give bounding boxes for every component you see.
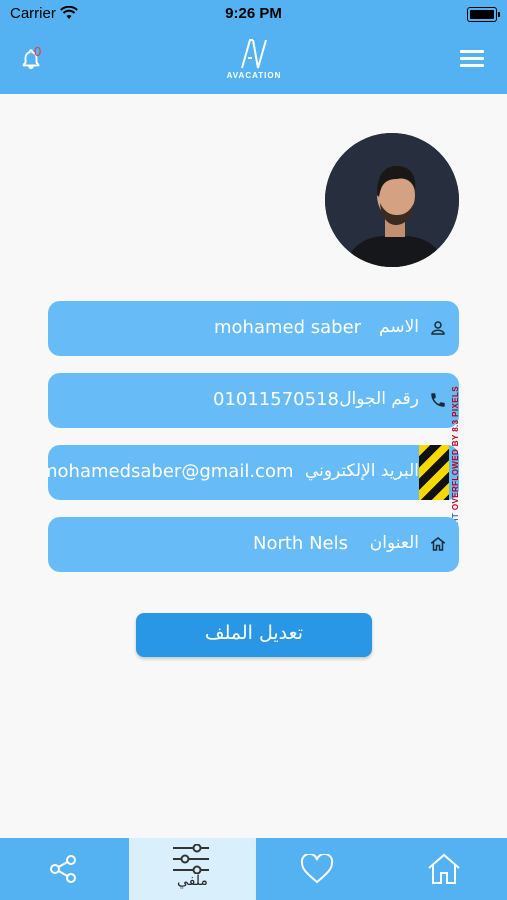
- logo-text: AVACATION: [226, 71, 282, 80]
- phone-value: 01011570518: [213, 389, 339, 410]
- person-icon: [429, 319, 447, 337]
- home-icon: [428, 853, 460, 884]
- edit-profile-button[interactable]: تعديل الملف: [136, 613, 372, 657]
- address-label: العنوان: [369, 533, 419, 553]
- name-field: الاسم mohamed saber: [48, 301, 459, 356]
- heart-icon: [300, 854, 334, 884]
- nav-share[interactable]: [0, 838, 127, 900]
- address-value: North Nels: [253, 533, 348, 554]
- battery-icon: [467, 7, 500, 22]
- overflow-text: OVERFLOWED BY 8.3 PIXELS: [451, 386, 460, 511]
- nav-my-profile[interactable]: ملفي: [129, 838, 256, 900]
- profile-avatar: [325, 133, 459, 267]
- email-label: البريد الإلكتروني: [304, 461, 419, 481]
- nav-home[interactable]: [383, 838, 507, 900]
- phone-icon: [429, 391, 447, 409]
- email-field: البريد الإلكتروني mohamedsaber@gmail.com: [48, 445, 459, 500]
- status-time: 9:26 PM: [225, 5, 282, 22]
- name-label: الاسم: [379, 317, 419, 337]
- address-field: العنوان North Nels: [48, 517, 459, 572]
- phone-label: رقم الجوال: [339, 389, 419, 409]
- app-logo: AVACATION: [224, 38, 284, 80]
- share-icon: [50, 855, 76, 883]
- name-value: mohamed saber: [214, 317, 362, 338]
- app-header: Carrier 9:26 PM 0 AVACATION: [0, 0, 507, 94]
- sliders-icon: [173, 844, 209, 874]
- status-bar: Carrier 9:26 PM: [0, 0, 507, 28]
- nav-favorites[interactable]: [256, 838, 383, 900]
- nav-my-profile-label: ملفي: [177, 873, 208, 889]
- menu-icon[interactable]: [460, 50, 484, 68]
- overflow-warning-stripes: [419, 445, 449, 500]
- bottom-navigation: ملفي: [0, 838, 507, 900]
- email-value: mohamedsaber@gmail.com: [48, 461, 294, 482]
- phone-field: رقم الجوال 01011570518: [48, 373, 459, 428]
- notification-badge: 0: [34, 44, 42, 59]
- home-icon: [429, 535, 447, 553]
